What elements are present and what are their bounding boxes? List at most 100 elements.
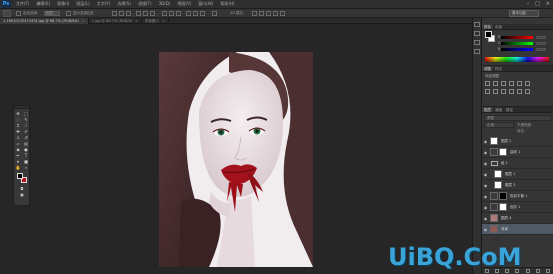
invert-icon[interactable] [525, 89, 530, 94]
character-panel-icon[interactable] [474, 40, 480, 45]
workspace-select[interactable]: 基本功能 [509, 10, 539, 17]
align-left-icon[interactable] [136, 11, 141, 16]
3d-roll-icon[interactable] [259, 11, 264, 16]
new-layer-icon[interactable] [535, 269, 540, 273]
document-tab[interactable]: 1.jpg @ 66.7% (RGB/8) × [89, 18, 143, 24]
3d-slide-icon[interactable] [273, 11, 278, 16]
layer-group-row[interactable]: ◉ 组 1 [482, 158, 553, 169]
visibility-eye-icon[interactable]: ◉ [482, 172, 489, 177]
blend-mode-select[interactable]: 正常 [484, 122, 514, 128]
visibility-eye-icon[interactable]: ◉ [482, 161, 489, 166]
layer-row-selected[interactable]: ◉ 背景 [482, 224, 553, 235]
red-slider[interactable]: R [498, 35, 550, 39]
menu-layer[interactable]: 图层(L) [74, 1, 91, 7]
color-lookup-icon[interactable] [517, 89, 522, 94]
red-value-field[interactable] [536, 35, 546, 39]
tab-layers[interactable]: 图层 [482, 107, 493, 112]
curves-icon[interactable] [501, 81, 506, 86]
hand-tool-icon[interactable]: ✋ [14, 164, 22, 170]
menu-edit[interactable]: 编辑(E) [34, 1, 52, 7]
red-ramp[interactable] [501, 35, 533, 39]
foreground-color-swatch[interactable] [17, 173, 23, 179]
layer-row[interactable]: ◉ 色彩平衡 1 [482, 191, 553, 202]
move-tool-preset-icon[interactable] [3, 10, 11, 17]
tab-channels[interactable]: 通道 [493, 107, 504, 112]
layer-row[interactable]: ◉ 曲线 1 [482, 147, 553, 158]
green-value-field[interactable] [536, 41, 546, 45]
menu-window[interactable]: 窗口(W) [196, 1, 215, 7]
close-tab-icon[interactable]: × [82, 19, 85, 23]
levels-icon[interactable] [493, 81, 498, 86]
menu-help[interactable]: 帮助(H) [218, 1, 236, 7]
document-image[interactable] [159, 52, 313, 267]
layer-filter-select[interactable]: 类型 [484, 115, 551, 121]
document-tab[interactable]: 1-1601021E413434.jpg @ 66.7% (RGB/8#) × [0, 18, 89, 24]
align-middle-icon[interactable] [119, 11, 124, 16]
history-panel-icon[interactable] [474, 22, 480, 27]
document-tab[interactable]: 未标题-1 × [142, 18, 169, 24]
black-white-icon[interactable] [493, 89, 498, 94]
layer-row[interactable]: ◉ 图层 1 [482, 169, 553, 180]
3d-rotate-icon[interactable] [252, 11, 257, 16]
screen-mode-icon[interactable]: ▣ [18, 191, 26, 197]
brightness-icon[interactable] [485, 81, 490, 86]
paragraph-panel-icon[interactable] [474, 49, 480, 54]
green-ramp[interactable] [501, 41, 533, 45]
channel-mixer-icon[interactable] [509, 89, 514, 94]
visibility-eye-icon[interactable]: ◉ [482, 139, 489, 144]
green-slider[interactable]: G [498, 41, 550, 45]
menu-file[interactable]: 文件(F) [14, 1, 31, 7]
align-right-icon[interactable] [150, 11, 155, 16]
menu-3d[interactable]: 3D(D) [157, 1, 173, 7]
distribute-center-icon[interactable] [193, 11, 198, 16]
new-group-icon[interactable] [525, 269, 530, 273]
close-tab-icon[interactable]: × [135, 19, 138, 23]
hue-saturation-icon[interactable] [525, 81, 530, 86]
distribute-top-icon[interactable] [162, 11, 167, 16]
auto-select-checkbox[interactable] [16, 11, 21, 16]
3d-pan-icon[interactable] [266, 11, 271, 16]
tab-styles[interactable]: 样式 [493, 66, 504, 71]
visibility-eye-icon[interactable]: ◉ [482, 216, 489, 221]
visibility-eye-icon[interactable]: ◉ [482, 150, 489, 155]
align-bottom-icon[interactable] [126, 11, 131, 16]
blue-ramp[interactable] [501, 47, 533, 51]
visibility-eye-icon[interactable]: ◉ [482, 227, 489, 232]
distribute-middle-icon[interactable] [169, 11, 174, 16]
distribute-bottom-icon[interactable] [176, 11, 181, 16]
zoom-tool-icon[interactable]: ⌕ [22, 164, 30, 170]
panel-foreground-swatch[interactable] [485, 31, 492, 38]
menu-type[interactable]: 文字(Y) [95, 1, 113, 7]
distribute-right-icon[interactable] [200, 11, 205, 16]
menu-view[interactable]: 视图(V) [175, 1, 193, 7]
align-top-icon[interactable] [112, 11, 117, 16]
visibility-eye-icon[interactable]: ◉ [482, 183, 489, 188]
photo-filter-icon[interactable] [501, 89, 506, 94]
blue-value-field[interactable] [536, 47, 546, 51]
layer-row[interactable]: ◉ 色阶 1 [482, 202, 553, 213]
align-center-icon[interactable] [143, 11, 148, 16]
tab-adjustments[interactable]: 调整 [482, 66, 493, 71]
visibility-eye-icon[interactable]: ◉ [482, 194, 489, 199]
vibrance-icon[interactable] [517, 81, 522, 86]
visibility-eye-icon[interactable]: ◉ [482, 205, 489, 210]
transform-controls-checkbox[interactable] [66, 11, 71, 16]
close-icon[interactable]: × [546, 1, 550, 7]
maximize-icon[interactable]: □ [535, 1, 540, 7]
3d-scale-icon[interactable] [280, 11, 285, 16]
layer-row[interactable]: ◉ 图层 2 [482, 136, 553, 147]
layer-row[interactable]: ◉ 图层 3 [482, 180, 553, 191]
exposure-icon[interactable] [509, 81, 514, 86]
menu-image[interactable]: 图像(I) [55, 1, 71, 7]
tab-swatches[interactable]: 色板 [493, 24, 504, 29]
menu-filter[interactable]: 滤镜(T) [136, 1, 154, 7]
delete-layer-icon[interactable] [545, 269, 550, 273]
tab-color[interactable]: 颜色 [482, 24, 493, 29]
properties-panel-icon[interactable] [474, 31, 480, 36]
minimize-icon[interactable]: – [527, 1, 530, 7]
distribute-left-icon[interactable] [186, 11, 191, 16]
color-balance-icon[interactable] [485, 89, 490, 94]
tab-paths[interactable]: 路径 [504, 107, 515, 112]
close-tab-icon[interactable]: × [162, 19, 165, 23]
menu-select[interactable]: 选择(S) [115, 1, 133, 7]
